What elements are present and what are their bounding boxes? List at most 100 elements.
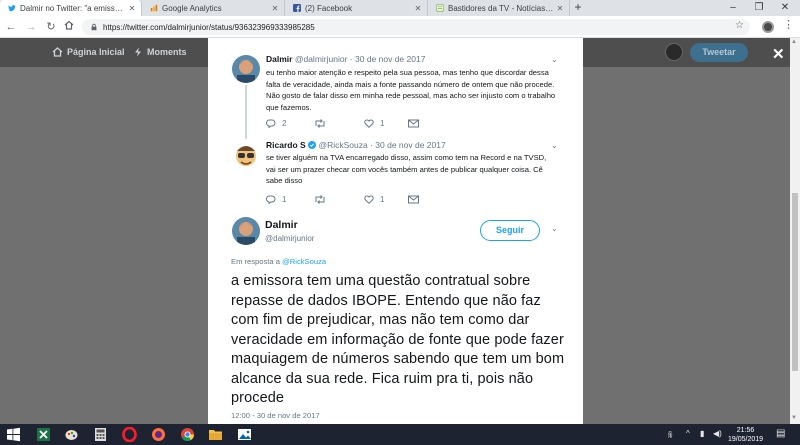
notifications-icon[interactable]: ▤: [776, 428, 785, 439]
tweet-date[interactable]: 30 de nov de 2017: [375, 140, 445, 150]
dm-action[interactable]: [408, 119, 425, 128]
main-author-name[interactable]: Dalmir: [265, 219, 298, 231]
tweet-actions: 2 1: [266, 119, 466, 131]
reply-count: 1: [282, 195, 287, 204]
paint-icon[interactable]: [64, 427, 79, 442]
tab-facebook[interactable]: (2) Facebook ✕: [285, 0, 428, 16]
clock-time: 21:56: [736, 427, 755, 434]
tab-title: Google Analytics: [162, 3, 222, 13]
envelope-icon: [408, 195, 419, 204]
scrollbar-thumb[interactable]: [792, 193, 798, 371]
retweet-action[interactable]: [314, 195, 332, 204]
tweet-button[interactable]: Tweetar: [690, 43, 748, 62]
author-name[interactable]: Ricardo S: [266, 140, 306, 150]
like-action[interactable]: 1: [364, 195, 384, 204]
back-arrow-icon[interactable]: ←: [4, 20, 18, 34]
close-tab-icon[interactable]: ✕: [555, 4, 565, 13]
menu-icon[interactable]: ⋮: [783, 18, 794, 31]
page-scrollbar[interactable]: ▲ ▼: [790, 38, 800, 424]
avatar[interactable]: [232, 142, 260, 170]
reply-action[interactable]: 1: [266, 195, 286, 204]
reply-tweet[interactable]: Dalmir @dalmirjunior · 30 de nov de 2017…: [208, 38, 583, 139]
close-tab-icon[interactable]: ✕: [127, 4, 137, 13]
chevron-down-icon[interactable]: ⌄: [551, 141, 558, 150]
avatar[interactable]: [232, 217, 260, 245]
tray-chevron-icon[interactable]: ^: [686, 429, 690, 438]
thread-line: [245, 85, 247, 139]
chevron-down-icon[interactable]: ⌄: [551, 55, 558, 64]
close-window-button[interactable]: ✕: [774, 0, 796, 16]
retweet-icon: [315, 195, 325, 204]
close-tab-icon[interactable]: ✕: [413, 4, 423, 13]
scroll-down-icon[interactable]: ▼: [791, 415, 797, 421]
forward-arrow-icon[interactable]: →: [24, 20, 38, 34]
calculator-icon[interactable]: [93, 427, 108, 442]
avatar[interactable]: [232, 55, 260, 83]
url-text: https://twitter.com/dalmirjunior/status/…: [103, 22, 315, 32]
photos-icon[interactable]: [237, 427, 252, 442]
like-action[interactable]: 1: [364, 119, 384, 128]
reply-count: 2: [282, 119, 287, 128]
home-icon: [52, 47, 63, 57]
reply-prefix: Em resposta a: [231, 257, 280, 266]
windows-start-icon[interactable]: [6, 427, 21, 442]
clock-date: 19/05/2019: [728, 436, 764, 443]
new-tab-button[interactable]: +: [571, 0, 585, 16]
lock-icon: [91, 23, 97, 31]
scroll-up-icon[interactable]: ▲: [791, 39, 797, 45]
volume-icon[interactable]: ◀): [713, 429, 722, 438]
minimize-button[interactable]: –: [722, 0, 744, 16]
author-handle[interactable]: @RickSouza: [318, 140, 367, 150]
close-overlay-icon[interactable]: ✕: [772, 45, 785, 63]
heart-icon: [364, 119, 374, 128]
reply-action[interactable]: 2: [266, 119, 286, 128]
reply-tweet[interactable]: Ricardo S @RickSouza · 30 de nov de 2017…: [208, 138, 583, 213]
tab-strip: Dalmir no Twitter: "a emissora te ✕ Goog…: [0, 0, 800, 16]
user-avatar[interactable]: [665, 43, 683, 61]
home-icon[interactable]: [62, 20, 76, 34]
tab-twitter[interactable]: Dalmir no Twitter: "a emissora te ✕: [0, 0, 142, 16]
tab-analytics[interactable]: Google Analytics ✕: [142, 0, 285, 16]
tab-bastidores[interactable]: Bastidores da TV - Notícias da TV ✕: [428, 0, 570, 16]
system-clock[interactable]: 21:56 19/05/2019: [728, 426, 763, 444]
opera-icon[interactable]: [122, 427, 137, 442]
reload-icon[interactable]: ↻: [44, 20, 58, 34]
address-bar[interactable]: https://twitter.com/dalmirjunior/status/…: [82, 19, 750, 35]
tweet-date[interactable]: 30 de nov de 2017: [355, 54, 425, 64]
page-icon: [436, 4, 444, 12]
dm-action[interactable]: [408, 195, 425, 204]
main-tweet-timestamp[interactable]: 12:00 - 30 de nov de 2017: [231, 411, 320, 420]
main-author-handle[interactable]: @dalmirjunior: [265, 234, 314, 243]
people-icon[interactable]: ꆜ: [667, 429, 673, 440]
nav-home[interactable]: Página Inicial: [52, 47, 125, 57]
nav-moments-label: Moments: [147, 47, 187, 57]
close-tab-icon[interactable]: ✕: [270, 4, 280, 13]
chevron-down-icon[interactable]: ⌄: [551, 224, 558, 233]
separator: ·: [349, 54, 353, 64]
nav-moments[interactable]: Moments: [133, 47, 187, 57]
author-name[interactable]: Dalmir: [266, 54, 292, 64]
reply-icon: [266, 119, 276, 128]
chrome-icon[interactable]: [180, 427, 195, 442]
profile-avatar[interactable]: [762, 21, 774, 33]
file-explorer-icon[interactable]: [208, 427, 223, 442]
excel-icon[interactable]: [36, 427, 51, 442]
tweet-text: se tiver alguém na TVA encarregado disso…: [266, 153, 547, 185]
page-viewport: Página Inicial Moments Tweetar ✕ Dalmir …: [0, 38, 790, 424]
firefox-icon[interactable]: [151, 427, 166, 442]
analytics-icon: [150, 4, 158, 12]
maximize-button[interactable]: ❐: [748, 0, 770, 16]
reply-to-link[interactable]: @RickSouza: [282, 257, 326, 266]
heart-icon: [364, 195, 374, 204]
follow-button[interactable]: Seguir: [480, 220, 540, 241]
retweet-action[interactable]: [314, 119, 332, 128]
author-handle[interactable]: @dalmirjunior: [295, 54, 348, 64]
twitter-icon: [8, 5, 16, 12]
reply-icon: [266, 195, 276, 204]
tweet-modal: Dalmir @dalmirjunior · 30 de nov de 2017…: [208, 38, 583, 424]
tab-title: Dalmir no Twitter: "a emissora te: [20, 3, 127, 13]
network-icon[interactable]: ▮: [700, 429, 704, 438]
main-tweet-text: a emissora tem uma questão contratual so…: [231, 273, 565, 406]
bookmark-star-icon[interactable]: ☆: [735, 20, 744, 31]
browser-toolbar: ← → ↻ https://twitter.com/dalmirjunior/s…: [0, 16, 800, 38]
